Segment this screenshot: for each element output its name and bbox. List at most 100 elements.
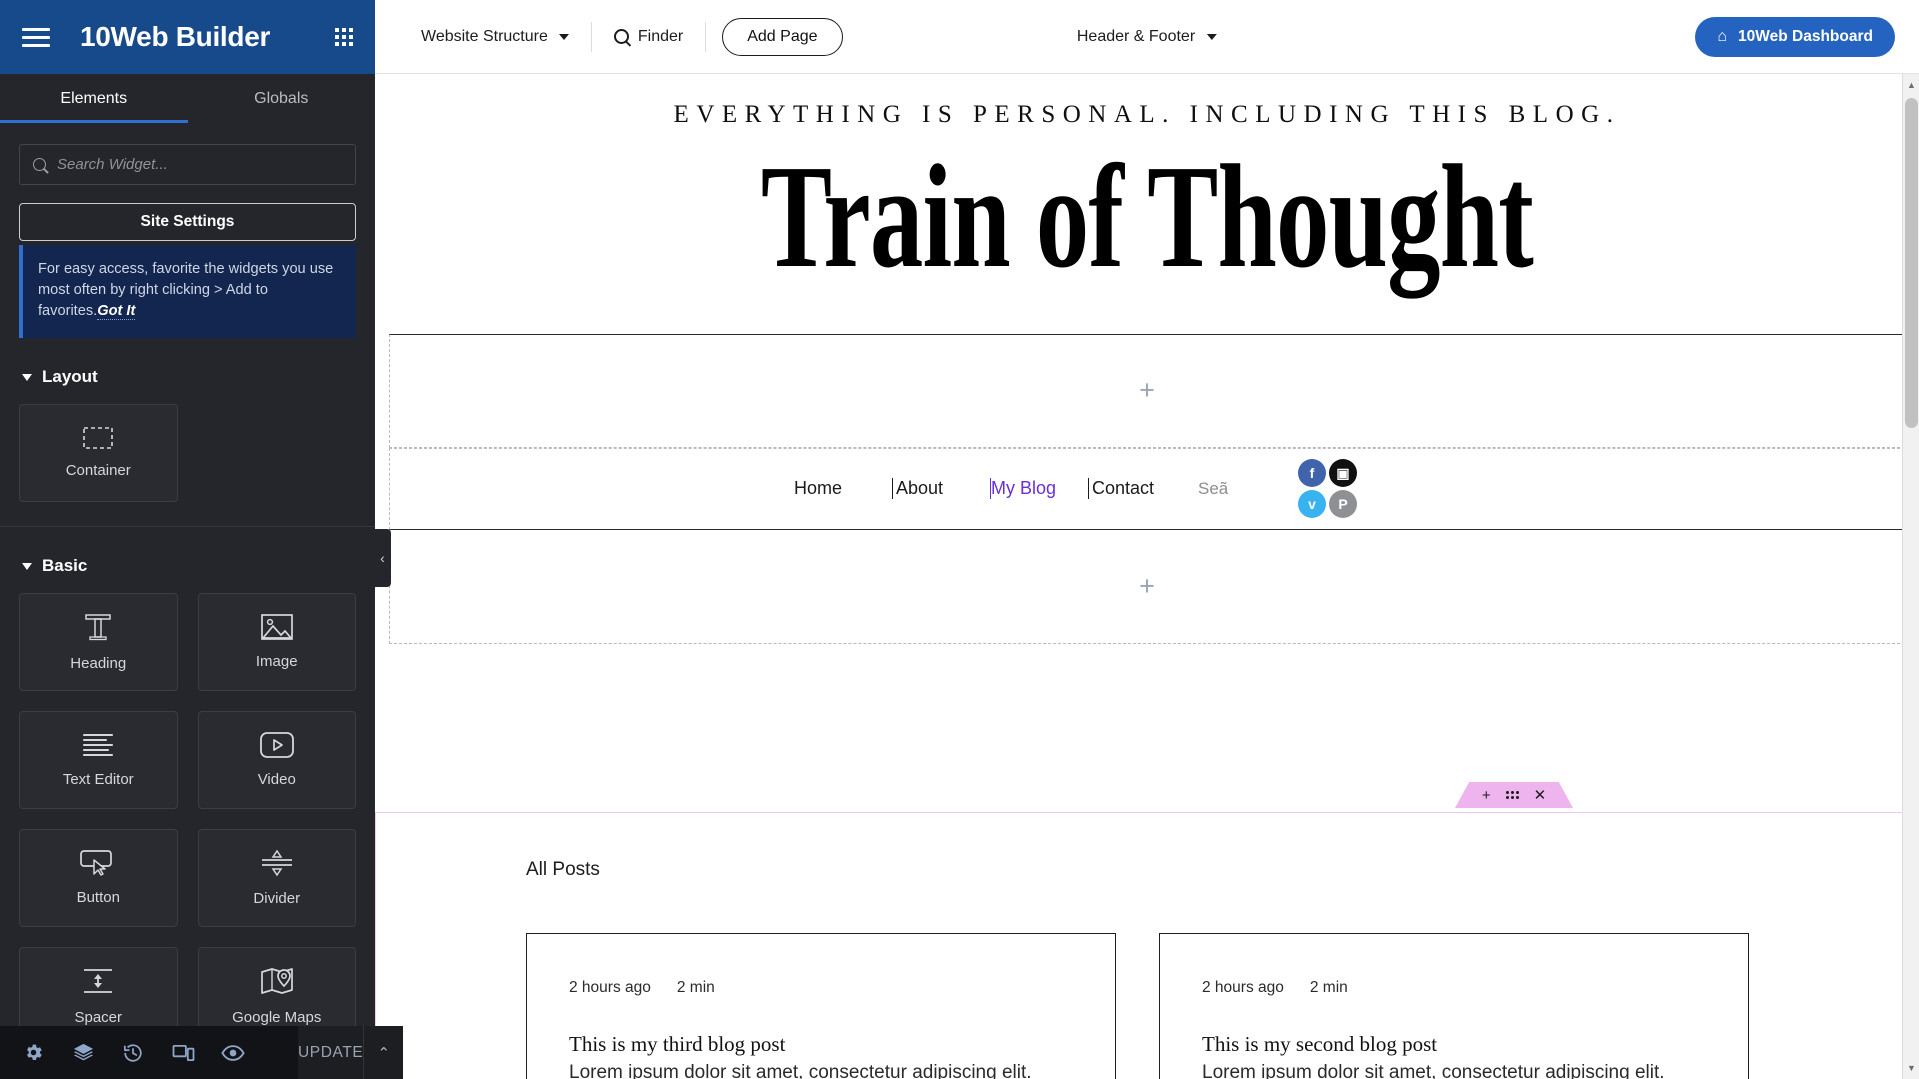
bottom-dock: UPDATE ⌃ — [0, 1026, 404, 1079]
instagram-icon[interactable]: ▣ — [1329, 459, 1357, 488]
site-nav-row: Home About My Blog Contact Seã f ▣ ᴠ P — [389, 447, 1905, 530]
widget-text-editor[interactable]: Text Editor — [19, 711, 178, 810]
update-button[interactable]: UPDATE — [298, 1044, 363, 1062]
canvas-scrollbar[interactable]: ▲ ▼ — [1902, 74, 1919, 1079]
drag-handle-icon[interactable] — [1505, 791, 1519, 799]
widget-label: Image — [255, 653, 298, 671]
section-header-layout[interactable]: Layout — [22, 367, 356, 387]
site-search-field[interactable]: Seã — [1198, 479, 1288, 499]
widget-label: Spacer — [74, 1009, 123, 1027]
post-read-time: 2 min — [676, 979, 715, 996]
search-input[interactable] — [57, 156, 342, 173]
widget-button[interactable]: Button — [19, 829, 178, 928]
search-icon-sidebar — [33, 158, 46, 171]
post-time: 2 hours ago — [1202, 979, 1284, 996]
search-widget-box[interactable] — [19, 144, 356, 185]
text-editor-icon — [83, 734, 114, 757]
widget-label: Google Maps — [232, 1009, 322, 1027]
settings-gear-icon[interactable] — [8, 1026, 58, 1079]
header-footer-dropdown[interactable]: Header & Footer — [1077, 28, 1218, 46]
dashboard-label: 10Web Dashboard — [1738, 27, 1873, 45]
section-close-icon[interactable]: ✕ — [1534, 788, 1547, 803]
widget-label: Text Editor — [62, 771, 134, 789]
widget-image[interactable]: Image — [197, 593, 356, 692]
site-settings-button[interactable]: Site Settings — [19, 203, 356, 241]
section-add-icon[interactable]: + — [1482, 788, 1491, 803]
widget-video[interactable]: Video — [197, 711, 356, 810]
post-meta: 2 hours ago 2 min — [1202, 979, 1706, 997]
pinterest-icon[interactable]: P — [1329, 490, 1357, 519]
toolbar-divider-2 — [705, 21, 707, 52]
nav-link-my-blog[interactable]: My Blog — [990, 477, 1088, 500]
section-toolbar: + ✕ — [1455, 782, 1573, 808]
scrollbar-thumb[interactable] — [1905, 98, 1918, 428]
facebook-icon[interactable]: f — [1298, 459, 1326, 488]
search-icon — [613, 29, 629, 44]
divider-icon — [261, 850, 292, 877]
post-meta: 2 hours ago 2 min — [569, 979, 1073, 997]
scroll-down-arrow-icon[interactable]: ▼ — [1903, 1059, 1919, 1077]
canvas-inner: EVERYTHING IS PERSONAL. INCLUDING THIS B… — [375, 74, 1919, 1079]
add-widget-icon[interactable]: + — [1139, 377, 1155, 404]
sidebar-collapse-handle[interactable]: ‹ — [374, 529, 391, 587]
finder-button[interactable]: Finder — [592, 20, 705, 54]
elements-sidebar: Elements Globals Site Settings For easy … — [0, 74, 404, 1079]
responsive-icon[interactable] — [158, 1026, 208, 1079]
container-icon — [83, 427, 114, 450]
brand-title: 10Web Builder — [80, 21, 271, 52]
google-maps-icon — [260, 968, 293, 995]
history-icon[interactable] — [108, 1026, 158, 1079]
basic-widgets: Heading Image Text Editor Video Button D… — [19, 593, 356, 1046]
post-excerpt: Lorem ipsum dolor sit amet, consectetur … — [1202, 1062, 1665, 1079]
site-nav-links: Home About My Blog Contact Seã f ▣ ᴠ P — [794, 459, 1357, 519]
preview-eye-icon[interactable] — [208, 1026, 258, 1079]
widget-heading[interactable]: Heading — [19, 593, 178, 692]
post-cards: 2 hours ago 2 min This is my third blog … — [526, 933, 1918, 1079]
social-icons: f ▣ ᴠ P — [1298, 459, 1357, 519]
widget-label: Divider — [253, 890, 301, 908]
post-card[interactable]: 2 hours ago 2 min This is my second blog… — [1159, 933, 1749, 1079]
post-card[interactable]: 2 hours ago 2 min This is my third blog … — [526, 933, 1116, 1079]
twitter-icon[interactable]: ᴠ — [1298, 490, 1326, 519]
empty-section-top[interactable]: + — [389, 333, 1905, 448]
apps-grid-icon[interactable] — [335, 28, 353, 46]
post-title: This is my third blog post — [569, 1032, 786, 1056]
tip-got-it[interactable]: Got It — [97, 303, 136, 321]
hamburger-icon[interactable] — [22, 27, 50, 47]
nav-link-about[interactable]: About — [892, 477, 990, 500]
empty-section-top-wrap: + — [375, 333, 1919, 448]
widget-label: Button — [76, 889, 120, 907]
chevron-left-icon: ‹ — [380, 550, 385, 566]
brand-area: 10Web Builder — [0, 0, 375, 74]
top-bar: 10Web Builder Website Structure Finder A… — [0, 0, 1919, 74]
widget-container[interactable]: Container — [19, 404, 178, 503]
all-posts-heading: All Posts — [526, 859, 600, 880]
post-time: 2 hours ago — [569, 979, 651, 996]
posts-section: All Posts 2 hours ago 2 min This is my t… — [375, 812, 1919, 1079]
widget-label: Heading — [70, 655, 127, 673]
dock-expand-chevron-icon[interactable]: ⌃ — [363, 1026, 403, 1079]
page-toolbar: Website Structure Finder Add Page Header… — [375, 0, 1919, 74]
video-icon — [259, 732, 294, 759]
layout-widgets: Container — [19, 404, 356, 503]
widget-divider[interactable]: Divider — [197, 829, 356, 928]
website-structure-label: Website Structure — [421, 27, 548, 45]
tab-globals[interactable]: Globals — [187, 74, 375, 123]
section-header-basic[interactable]: Basic — [22, 556, 356, 576]
empty-section-bottom[interactable]: + — [389, 529, 1905, 644]
dock-icon-group — [0, 1026, 298, 1079]
add-widget-icon-2[interactable]: + — [1139, 572, 1155, 600]
button-icon — [80, 850, 113, 877]
tab-elements[interactable]: Elements — [0, 74, 188, 123]
scroll-up-arrow-icon[interactable]: ▲ — [1903, 76, 1919, 94]
nav-link-contact[interactable]: Contact — [1088, 477, 1186, 500]
add-page-button[interactable]: Add Page — [722, 17, 843, 56]
chevron-down-icon-2 — [1207, 33, 1218, 40]
layers-icon[interactable] — [58, 1026, 108, 1079]
nav-link-home[interactable]: Home — [794, 478, 892, 499]
website-structure-dropdown[interactable]: Website Structure — [399, 20, 591, 54]
section-divider — [0, 526, 375, 528]
tip-text: For easy access, favorite the widgets yo… — [38, 261, 334, 320]
dashboard-button[interactable]: ⌂ 10Web Dashboard — [1695, 16, 1895, 57]
chevron-down-icon-basic — [22, 562, 32, 570]
